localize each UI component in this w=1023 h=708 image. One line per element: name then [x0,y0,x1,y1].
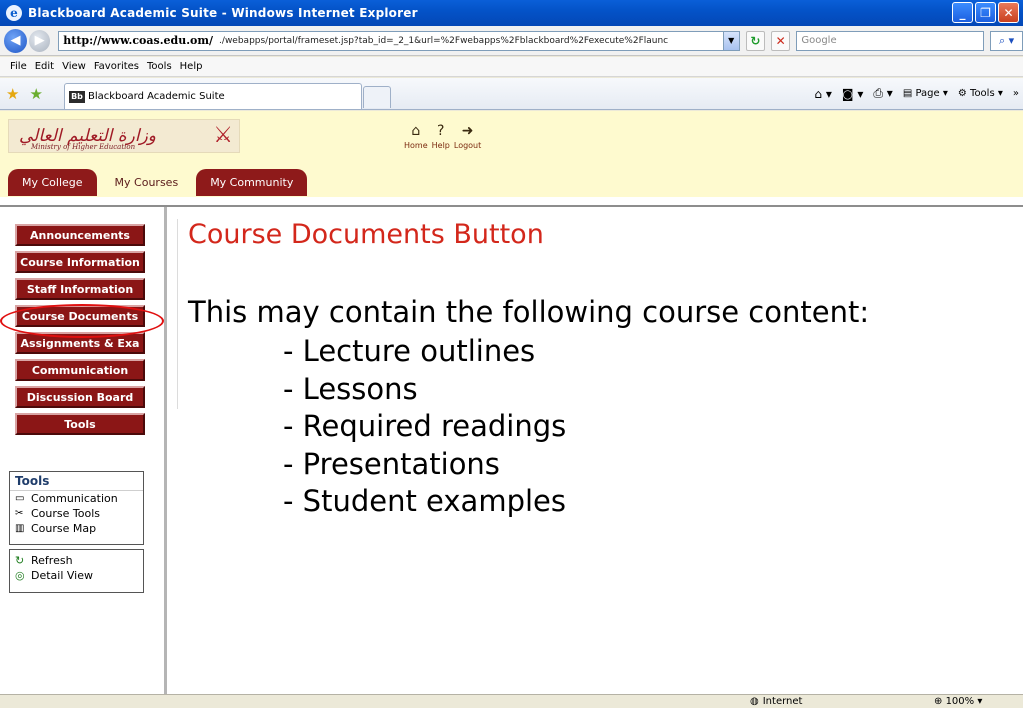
zoom-level[interactable]: ⊕ 100% ▾ [934,696,982,707]
list-item: - Required readings [283,409,567,444]
browser-tab-label: Blackboard Academic Suite [88,91,225,102]
content-title: Course Documents Button [188,219,544,250]
close-button[interactable]: ✕ [998,2,1019,23]
menu-file[interactable]: File [8,61,33,72]
highlight-annotation-circle [0,304,164,338]
menu-view[interactable]: View [60,61,92,72]
refresh-icon: ↻ [750,33,761,48]
help-link[interactable]: ? Help [432,123,450,150]
list-item: - Lecture outlines [283,334,536,368]
menu-help[interactable]: Help [178,61,209,72]
more-chevron-icon[interactable]: » [1013,88,1019,99]
minimize-button[interactable]: _ [952,2,973,23]
view-actions-panel: ↻ Refresh ◎ Detail View [9,549,144,593]
window-controls: _ ❐ ✕ [952,2,1019,23]
window-title: Blackboard Academic Suite - Windows Inte… [28,6,418,20]
zoom-icon: ⊕ [934,696,946,707]
globe-icon: ◍ [750,696,759,707]
tab-my-courses[interactable]: My Courses [100,169,193,196]
course-menu-frame: Announcements Course Information Staff I… [0,207,164,694]
status-bar: ◍ Internet ⊕ 100% ▾ [0,694,1023,708]
list-item: - Student examples [283,484,566,519]
page-content: وزارة التعليم العالي Ministry of Higher … [0,111,1023,694]
search-icon: ⌕ ▾ [999,33,1015,47]
course-menu-communication[interactable]: Communication [15,359,145,381]
tab-bar: ★ ★ Bb Blackboard Academic Suite ⌂ ▾ ◙ ▾… [0,78,1023,110]
address-toolbar: ◀ ▶ http://www.coas.edu.om/ ./webapps/po… [0,26,1023,56]
favorites-star-icon[interactable]: ★ [6,85,19,103]
blackboard-header: وزارة التعليم العالي Ministry of Higher … [0,111,1023,197]
logout-link[interactable]: ➜ Logout [454,123,481,150]
computer-icon: ▭ [15,493,25,504]
search-button[interactable]: ⌕ ▾ [990,30,1023,51]
tools-panel: Tools ▭ Communication ✂ Course Tools ▥ C… [9,471,144,545]
help-icon: ? [437,123,445,139]
address-input[interactable]: http://www.coas.edu.om/ ./webapps/portal… [58,30,740,51]
course-menu-announcements[interactable]: Announcements [15,224,145,246]
security-zone: ◍ Internet [750,696,803,707]
home-icon: ⌂ [411,123,421,139]
tab-my-college[interactable]: My College [8,169,97,196]
content-list: - Lecture outlines - Lessons - Required … [283,333,566,521]
course-menu-discussion-board[interactable]: Discussion Board [15,386,145,408]
emblem-icon: ⚔ [213,123,233,148]
restore-button[interactable]: ❐ [975,2,996,23]
home-icon[interactable]: ⌂ ▾ [814,87,831,101]
page-icon: ▤ [902,88,916,99]
home-link[interactable]: ⌂ Home [404,123,428,150]
tools-communication-link[interactable]: ▭ Communication [10,491,143,506]
logout-icon: ➜ [461,123,474,139]
feeds-icon[interactable]: ◙ ▾ [842,87,863,101]
gear-icon: ⚙ [957,88,971,99]
detail-view-icon: ◎ [15,569,25,582]
tools-course-tools-link[interactable]: ✂ Course Tools [10,506,143,521]
detail-view-link[interactable]: ◎ Detail View [10,568,143,583]
menu-bar: File Edit View Favorites Tools Help [0,57,1023,77]
arrow-left-icon: ◀ [10,33,21,48]
command-bar: ⌂ ▾ ◙ ▾ ⎙ ▾ ▤ Page ▾ ⚙ Tools ▾ » [814,86,1019,101]
url-host: http://www.coas.edu.om/ [63,34,214,47]
refresh-button[interactable]: ↻ [745,30,766,51]
add-favorite-icon[interactable]: ★ [29,85,42,103]
forward-button[interactable]: ▶ [29,29,51,52]
new-tab-button[interactable] [363,86,391,108]
course-menu-tools[interactable]: Tools [15,413,145,435]
list-item: - Lessons [283,371,418,406]
stop-button[interactable]: ✕ [771,30,791,51]
window-titlebar: e Blackboard Academic Suite - Windows In… [0,0,1023,26]
menu-tools[interactable]: Tools [145,61,178,72]
page-menu[interactable]: ▤ Page ▾ [903,88,948,99]
search-input[interactable]: Google [796,30,985,51]
url-path: ./webapps/portal/frameset.jsp?tab_id=_2_… [219,35,669,46]
content-intro: This may contain the following course co… [188,295,870,329]
refresh-link[interactable]: ↻ Refresh [10,553,143,568]
course-menu-staff-information[interactable]: Staff Information [15,278,145,300]
refresh-icon: ↻ [15,554,25,567]
browser-tab-blackboard[interactable]: Bb Blackboard Academic Suite [64,83,362,109]
menu-edit[interactable]: Edit [33,61,60,72]
chevron-down-icon: ▼ [728,36,735,45]
header-nav: ⌂ Home ? Help ➜ Logout [404,123,481,150]
arrow-right-icon: ▶ [34,33,45,48]
wrench-icon: ✂ [15,508,24,519]
back-button[interactable]: ◀ [4,28,28,53]
tools-course-map-link[interactable]: ▥ Course Map [10,521,143,536]
ministry-logo: وزارة التعليم العالي Ministry of Higher … [8,119,240,153]
logo-english-text: Ministry of Higher Education [31,143,136,151]
address-dropdown-button[interactable]: ▼ [722,31,739,50]
course-menu-course-information[interactable]: Course Information [15,251,145,273]
frame-splitter[interactable] [164,207,167,694]
portal-tabs: My College My Courses My Community [8,169,308,196]
print-icon[interactable]: ⎙ ▾ [873,86,892,101]
tools-menu[interactable]: ⚙ Tools ▾ [958,88,1003,99]
menu-favorites[interactable]: Favorites [92,61,145,72]
blackboard-icon: Bb [69,90,85,103]
tools-panel-title: Tools [10,472,143,491]
content-guide-line [177,219,178,409]
list-item: - Presentations [283,446,500,481]
internet-explorer-icon: e [6,5,22,21]
book-icon: ▥ [15,523,25,534]
stop-icon: ✕ [775,33,786,48]
tab-my-community[interactable]: My Community [196,169,308,196]
